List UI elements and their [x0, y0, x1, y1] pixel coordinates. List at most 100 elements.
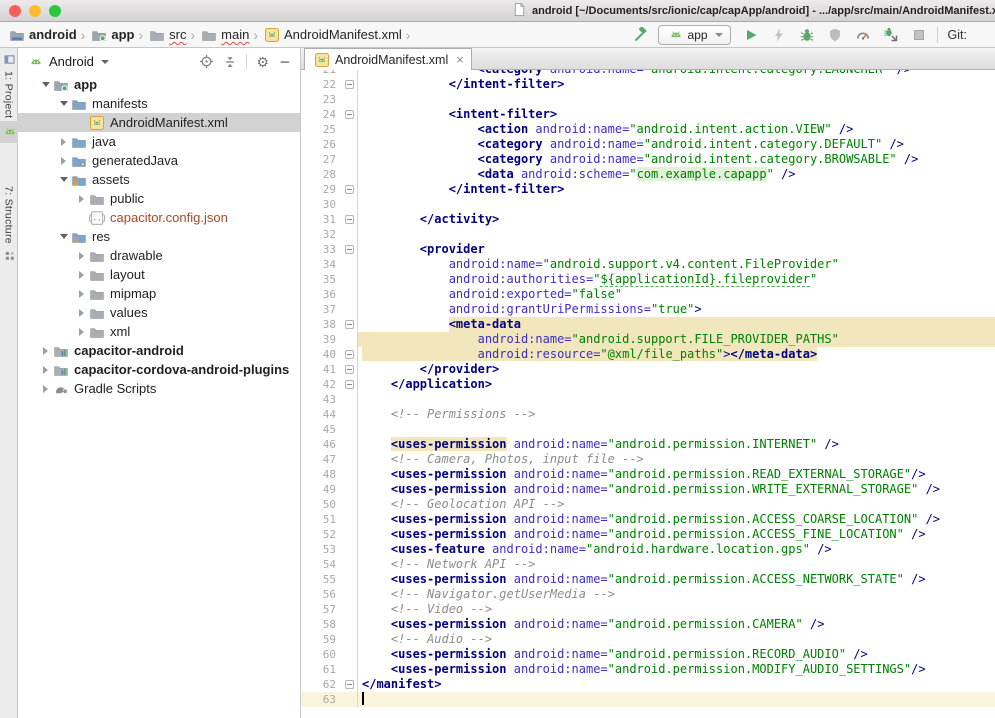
- code-line-36[interactable]: 36 android:exported="false": [301, 287, 995, 302]
- build-button[interactable]: [632, 27, 648, 43]
- tree-item-xml[interactable]: xml: [18, 322, 300, 341]
- code-line-32[interactable]: 32: [301, 227, 995, 242]
- code-line-24[interactable]: 24 <intent-filter>: [301, 107, 995, 122]
- tree-item-manifests[interactable]: manifests: [18, 94, 300, 113]
- code-line-38[interactable]: 38 <meta-data: [301, 317, 995, 332]
- hide-minus-icon[interactable]: [278, 55, 292, 69]
- code-line-52[interactable]: 52 <uses-permission android:name="androi…: [301, 527, 995, 542]
- expanded-arrow-icon[interactable]: [58, 101, 69, 106]
- code-line-23[interactable]: 23: [301, 92, 995, 107]
- code-line-28[interactable]: 28 <data android:scheme="com.example.cap…: [301, 167, 995, 182]
- code-line-63[interactable]: 63: [301, 692, 995, 707]
- fold-marker-icon[interactable]: [345, 80, 354, 89]
- run-button[interactable]: [743, 27, 759, 43]
- code-line-27[interactable]: 27 <category android:name="android.inten…: [301, 152, 995, 167]
- git-branch-label[interactable]: Git:: [948, 28, 967, 42]
- code-line-59[interactable]: 59 <!-- Audio -->: [301, 632, 995, 647]
- code-line-35[interactable]: 35 android:authorities="${applicationId}…: [301, 272, 995, 287]
- fold-marker-icon[interactable]: [345, 350, 354, 359]
- breadcrumb-item-app[interactable]: app: [89, 27, 134, 43]
- code-line-31[interactable]: 31 </activity>: [301, 212, 995, 227]
- profiler-button[interactable]: [855, 27, 871, 43]
- tree-item-capacitor-cordova-android-plugins[interactable]: capacitor-cordova-android-plugins: [18, 360, 300, 379]
- collapsed-arrow-icon[interactable]: [76, 271, 87, 279]
- code-line-43[interactable]: 43: [301, 392, 995, 407]
- collapsed-arrow-icon[interactable]: [58, 138, 69, 146]
- attach-debugger-button[interactable]: [883, 27, 899, 43]
- tab-androidmanifest[interactable]: AndroidManifest.xml ×: [304, 48, 472, 70]
- code-line-57[interactable]: 57 <!-- Video -->: [301, 602, 995, 617]
- coverage-button[interactable]: [827, 27, 843, 43]
- breadcrumb-item-src[interactable]: src: [147, 27, 186, 43]
- code-line-25[interactable]: 25 <action android:name="android.intent.…: [301, 122, 995, 137]
- fold-marker-icon[interactable]: [345, 245, 354, 254]
- tree-item-assets[interactable]: assets: [18, 170, 300, 189]
- tree-item-gradle-scripts[interactable]: Gradle Scripts: [18, 379, 300, 398]
- fold-marker-icon[interactable]: [345, 680, 354, 689]
- collapsed-arrow-icon[interactable]: [76, 195, 87, 203]
- minimize-window-button[interactable]: [29, 5, 41, 17]
- code-line-54[interactable]: 54 <!-- Network API -->: [301, 557, 995, 572]
- stop-button[interactable]: [911, 27, 927, 43]
- tree-item-drawable[interactable]: drawable: [18, 246, 300, 265]
- code-line-34[interactable]: 34 android:name="android.support.v4.cont…: [301, 257, 995, 272]
- collapsed-arrow-icon[interactable]: [40, 385, 51, 393]
- fold-marker-icon[interactable]: [345, 215, 354, 224]
- project-view-selector[interactable]: Android: [49, 54, 94, 69]
- collapsed-arrow-icon[interactable]: [40, 347, 51, 355]
- collapsed-arrow-icon[interactable]: [58, 157, 69, 165]
- code-line-51[interactable]: 51 <uses-permission android:name="androi…: [301, 512, 995, 527]
- tree-item-capacitor-android[interactable]: capacitor-android: [18, 341, 300, 360]
- code-line-47[interactable]: 47 <!-- Camera, Photos, input file -->: [301, 452, 995, 467]
- code-line-30[interactable]: 30: [301, 197, 995, 212]
- code-line-44[interactable]: 44 <!-- Permissions -->: [301, 407, 995, 422]
- tool-stripe-button-android-head[interactable]: [0, 121, 18, 143]
- close-window-button[interactable]: [9, 5, 21, 17]
- code-line-45[interactable]: 45: [301, 422, 995, 437]
- breadcrumb-item-main[interactable]: main: [199, 27, 249, 43]
- expanded-arrow-icon[interactable]: [58, 177, 69, 182]
- tree-item-layout[interactable]: layout: [18, 265, 300, 284]
- collapse-all-icon[interactable]: [223, 55, 237, 69]
- code-line-29[interactable]: 29 </intent-filter>: [301, 182, 995, 197]
- tree-item-mipmap[interactable]: mipmap: [18, 284, 300, 303]
- fold-marker-icon[interactable]: [345, 185, 354, 194]
- code-line-42[interactable]: 42 </application>: [301, 377, 995, 392]
- tree-item-app[interactable]: app: [18, 75, 300, 94]
- code-line-62[interactable]: 62</manifest>: [301, 677, 995, 692]
- collapsed-arrow-icon[interactable]: [76, 290, 87, 298]
- tree-item-generatedjava[interactable]: generatedJava: [18, 151, 300, 170]
- expanded-arrow-icon[interactable]: [40, 82, 51, 87]
- tool-stripe-button-7-structure[interactable]: 7: Structure: [0, 183, 18, 267]
- zoom-window-button[interactable]: [49, 5, 61, 17]
- locate-target-icon[interactable]: [199, 54, 214, 69]
- fold-marker-icon[interactable]: [345, 365, 354, 374]
- code-line-39[interactable]: 39 android:name="android.support.FILE_PR…: [301, 332, 995, 347]
- code-line-22[interactable]: 22 </intent-filter>: [301, 77, 995, 92]
- tool-stripe-button-1-project[interactable]: 1: Project: [0, 48, 18, 121]
- close-icon[interactable]: ×: [456, 53, 464, 66]
- code-line-26[interactable]: 26 <category android:name="android.inten…: [301, 137, 995, 152]
- tree-item-public[interactable]: public: [18, 189, 300, 208]
- expanded-arrow-icon[interactable]: [58, 234, 69, 239]
- code-line-61[interactable]: 61 <uses-permission android:name="androi…: [301, 662, 995, 677]
- tree-item-java[interactable]: java: [18, 132, 300, 151]
- run-configuration-dropdown[interactable]: app: [658, 25, 731, 45]
- collapsed-arrow-icon[interactable]: [76, 309, 87, 317]
- tree-item-androidmanifest-xml[interactable]: AndroidManifest.xml: [18, 113, 300, 132]
- fold-marker-icon[interactable]: [345, 380, 354, 389]
- code-line-49[interactable]: 49 <uses-permission android:name="androi…: [301, 482, 995, 497]
- code-editor[interactable]: 21 <category android:name="android.inten…: [301, 70, 995, 718]
- fold-marker-icon[interactable]: [345, 320, 354, 329]
- breadcrumb-item-android[interactable]: android: [7, 27, 77, 43]
- tree-item-values[interactable]: values: [18, 303, 300, 322]
- code-line-48[interactable]: 48 <uses-permission android:name="androi…: [301, 467, 995, 482]
- code-line-33[interactable]: 33 <provider: [301, 242, 995, 257]
- collapsed-arrow-icon[interactable]: [76, 328, 87, 336]
- breadcrumb-item-androidmanifest-xml[interactable]: AndroidManifest.xml: [262, 27, 402, 43]
- code-line-41[interactable]: 41 </provider>: [301, 362, 995, 377]
- code-line-21[interactable]: 21 <category android:name="android.inten…: [301, 70, 995, 77]
- debug-button[interactable]: [799, 27, 815, 43]
- collapsed-arrow-icon[interactable]: [76, 252, 87, 260]
- gear-icon[interactable]: ⚙: [256, 55, 269, 69]
